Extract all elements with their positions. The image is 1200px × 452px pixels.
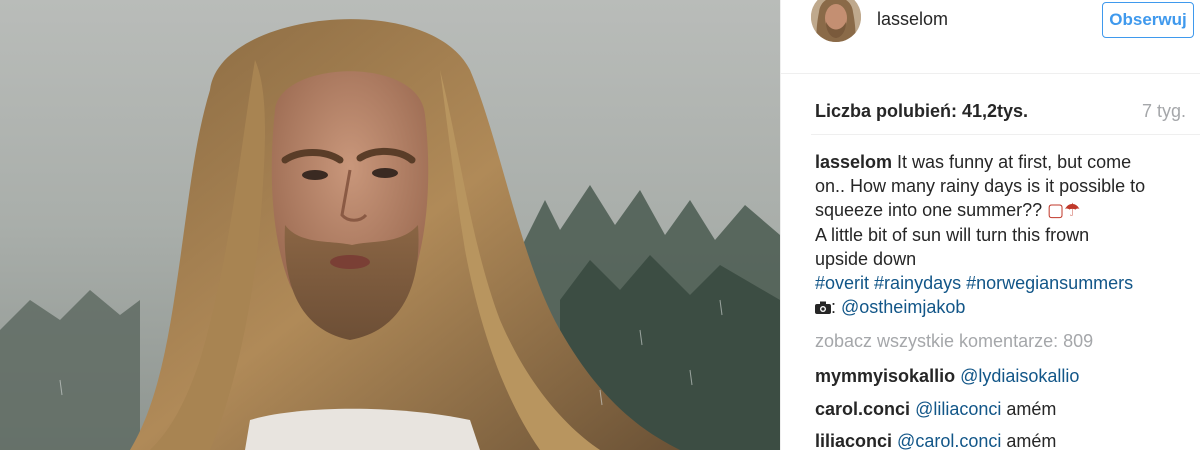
post-caption: lasselom It was funny at first, but come…: [815, 150, 1185, 319]
likes-count[interactable]: Liczba polubień: 41,2tys.: [815, 101, 1028, 122]
comment-username[interactable]: mymmyisokallio: [815, 366, 955, 386]
caption-text-line2: on.. How many rainy days is it possible …: [815, 176, 1146, 197]
comment-text: amém: [1001, 399, 1057, 419]
post-header: lasselom Obserwuj: [781, 0, 1200, 74]
follow-button[interactable]: Obserwuj: [1102, 2, 1194, 38]
post-age[interactable]: 7 tyg.: [1142, 101, 1186, 122]
comment-item: carol.conci @liliaconci amém: [815, 399, 1056, 420]
hashtag-overit[interactable]: #overit: [815, 273, 869, 293]
comment-text: amém: [1001, 431, 1057, 451]
hashtag-rainydays[interactable]: #rainydays: [874, 273, 961, 293]
comment-mention[interactable]: @carol.conci: [897, 431, 1001, 451]
caption-text-line3: squeeze into one summer??: [815, 200, 1048, 221]
caption-text-line5: upside down: [815, 248, 917, 269]
comment-username[interactable]: liliaconci: [815, 431, 892, 451]
caption-text-line4: A little bit of sun will turn this frown: [815, 224, 1090, 245]
post-username[interactable]: lasselom: [877, 9, 948, 30]
view-all-comments-link[interactable]: zobacz wszystkie komentarze: 809: [815, 331, 1093, 352]
post-photo[interactable]: [0, 0, 780, 450]
post-details-panel: lasselom Obserwuj Liczba polubień: 41,2t…: [780, 0, 1200, 452]
camera-icon: [815, 296, 831, 315]
caption-text-line1: It was funny at first, but come: [892, 152, 1132, 172]
avatar[interactable]: [811, 0, 861, 42]
post-photo-image: [0, 0, 780, 450]
comment-mention[interactable]: @lydiaisokallio: [960, 366, 1079, 386]
credit-link[interactable]: @ostheimjakob: [841, 297, 965, 317]
divider: [811, 134, 1200, 135]
comment-item: mymmyisokallio @lydiaisokallio: [815, 366, 1079, 387]
comment-mention[interactable]: @liliaconci: [915, 399, 1001, 419]
credit-separator: :: [831, 297, 842, 318]
hashtag-norwegiansummers[interactable]: #norwegiansummers: [966, 273, 1133, 293]
comment-username[interactable]: carol.conci: [815, 399, 910, 419]
comment-item: liliaconci @carol.conci amém: [815, 431, 1056, 452]
caption-username[interactable]: lasselom: [815, 152, 892, 172]
umbrella-icon: ▢☂: [1047, 200, 1081, 221]
